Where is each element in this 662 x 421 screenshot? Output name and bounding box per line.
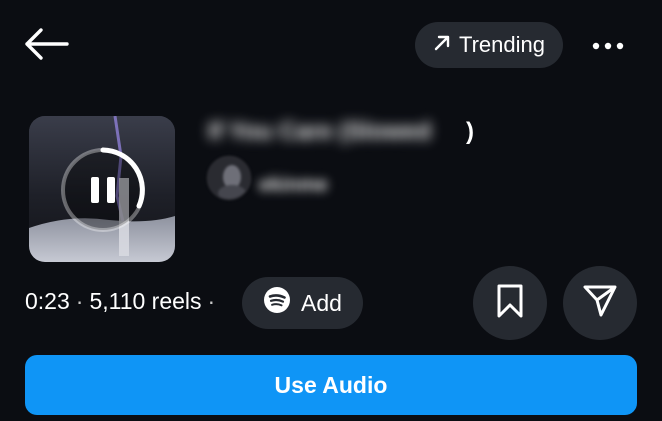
share-audio-button[interactable]	[563, 266, 637, 340]
audio-meta: 0:23 · 5,110 reels ·	[25, 288, 215, 315]
more-options-button[interactable]	[584, 26, 632, 66]
bookmark-icon	[495, 283, 525, 324]
artist-avatar[interactable]	[207, 156, 251, 200]
use-audio-button[interactable]: Use Audio	[25, 355, 637, 415]
save-audio-button[interactable]	[473, 266, 547, 340]
audio-duration: 0:23	[25, 288, 70, 314]
arrow-up-right-icon	[433, 32, 451, 58]
add-to-spotify-button[interactable]: Add	[242, 277, 363, 329]
send-icon	[582, 284, 618, 323]
back-button[interactable]	[20, 24, 72, 68]
trending-label: Trending	[458, 32, 545, 57]
meta-separator: ·	[207, 288, 216, 314]
spotify-icon	[263, 286, 291, 320]
trending-chip[interactable]: Trending	[415, 22, 563, 68]
artist-name[interactable]: ekinme	[259, 174, 328, 197]
audio-cover-art[interactable]	[29, 116, 175, 262]
pause-icon[interactable]	[59, 146, 147, 234]
track-title: If You Care (Slowed	[208, 118, 432, 145]
more-horizontal-icon	[592, 37, 624, 55]
reels-count[interactable]: 5,110 reels	[89, 288, 201, 315]
add-label: Add	[301, 289, 342, 316]
meta-separator: ·	[75, 288, 84, 314]
track-title-suffix: )	[466, 118, 474, 145]
arrow-left-icon	[23, 27, 69, 66]
